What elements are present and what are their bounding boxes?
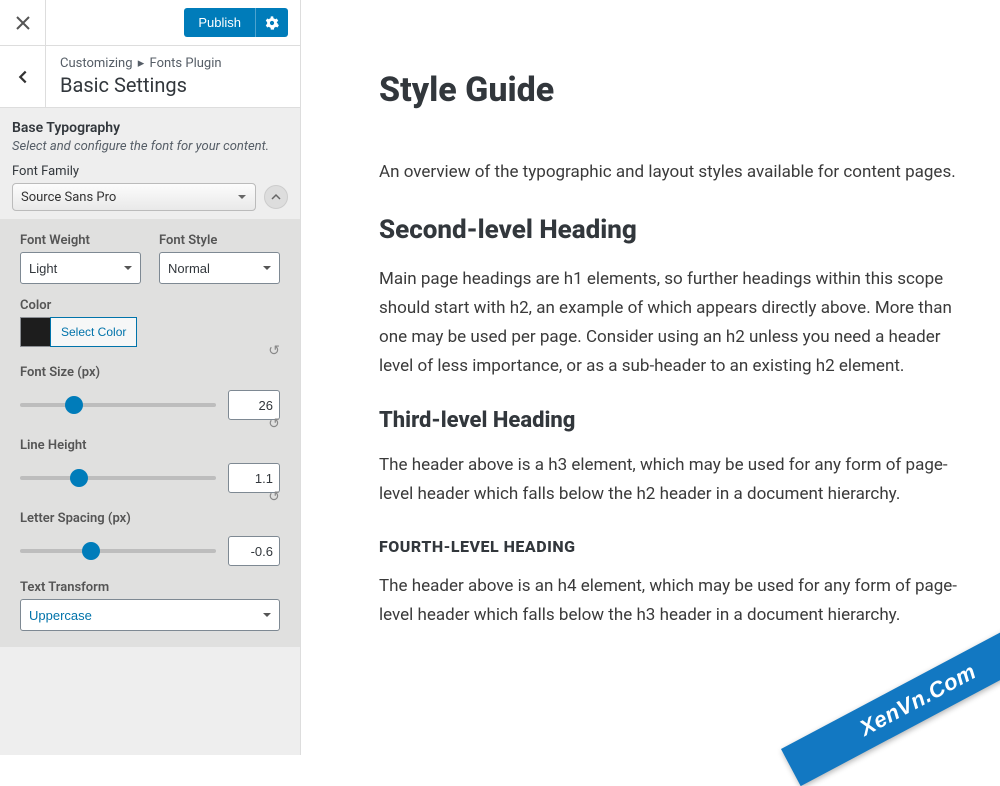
font-weight-label: Font Weight [20,233,141,248]
line-height-reset[interactable]: ↺ [268,416,280,432]
panel-description: Select and configure the font for your c… [12,138,288,156]
preview-p4: The header above is an h4 element, which… [379,572,970,630]
typography-subpanel: Font Weight Light Font Style Normal [0,219,300,647]
font-family-value: Source Sans Pro [21,190,116,205]
preview-h2: Second-level Heading [379,215,970,245]
section-header: Customizing ▸ Fonts Plugin Basic Setting… [0,46,300,108]
font-style-select[interactable]: Normal [159,252,280,284]
font-family-label: Font Family [12,164,288,179]
publish-button[interactable]: Publish [184,8,255,37]
close-icon [15,15,31,31]
gear-icon [265,16,279,30]
preview-h1: Style Guide [379,70,970,110]
preview-h4: Fourth-level Heading [379,537,970,556]
breadcrumb-separator: ▸ [138,56,145,71]
customizer-sidebar: Publish Customizing ▸ Fonts Plugin Basic… [0,0,301,755]
font-size-slider[interactable] [20,403,216,407]
preview-h3: Third-level Heading [379,408,970,433]
chevron-left-icon [14,68,32,86]
collapse-toggle[interactable] [264,185,288,209]
letter-spacing-slider[interactable] [20,549,216,553]
breadcrumb: Customizing ▸ Fonts Plugin [60,56,286,71]
line-height-label: Line Height [20,438,87,453]
breadcrumb-parent: Fonts Plugin [150,56,222,71]
panel-title: Base Typography [12,120,288,136]
color-label: Color [20,298,280,313]
preview-p3: The header above is a h3 element, which … [379,451,970,509]
font-style-label: Font Style [159,233,280,248]
preview-p2: Main page headings are h1 elements, so f… [379,265,970,381]
section-title: Basic Settings [60,73,286,97]
preview-intro: An overview of the typographic and layou… [379,158,970,187]
base-typography-panel: Base Typography Select and configure the… [0,108,300,647]
customizer-topbar: Publish [0,0,300,46]
preview-pane: Style Guide An overview of the typograph… [301,0,1000,755]
text-transform-select[interactable]: Uppercase [20,599,280,631]
font-size-reset[interactable]: ↺ [268,343,280,359]
close-button[interactable] [0,0,46,46]
line-height-slider[interactable] [20,476,216,480]
back-button[interactable] [0,46,46,107]
font-family-select[interactable]: Source Sans Pro [12,183,256,211]
letter-spacing-input[interactable] [228,536,280,566]
letter-spacing-label: Letter Spacing (px) [20,511,131,526]
font-weight-select[interactable]: Light [20,252,141,284]
chevron-up-icon [271,192,281,202]
color-swatch[interactable] [20,317,50,347]
letter-spacing-reset[interactable]: ↺ [268,489,280,505]
select-color-button[interactable]: Select Color [50,317,137,347]
font-size-label: Font Size (px) [20,365,100,380]
publish-settings-button[interactable] [255,8,288,37]
text-transform-label: Text Transform [20,580,280,595]
breadcrumb-prefix: Customizing [60,56,133,71]
